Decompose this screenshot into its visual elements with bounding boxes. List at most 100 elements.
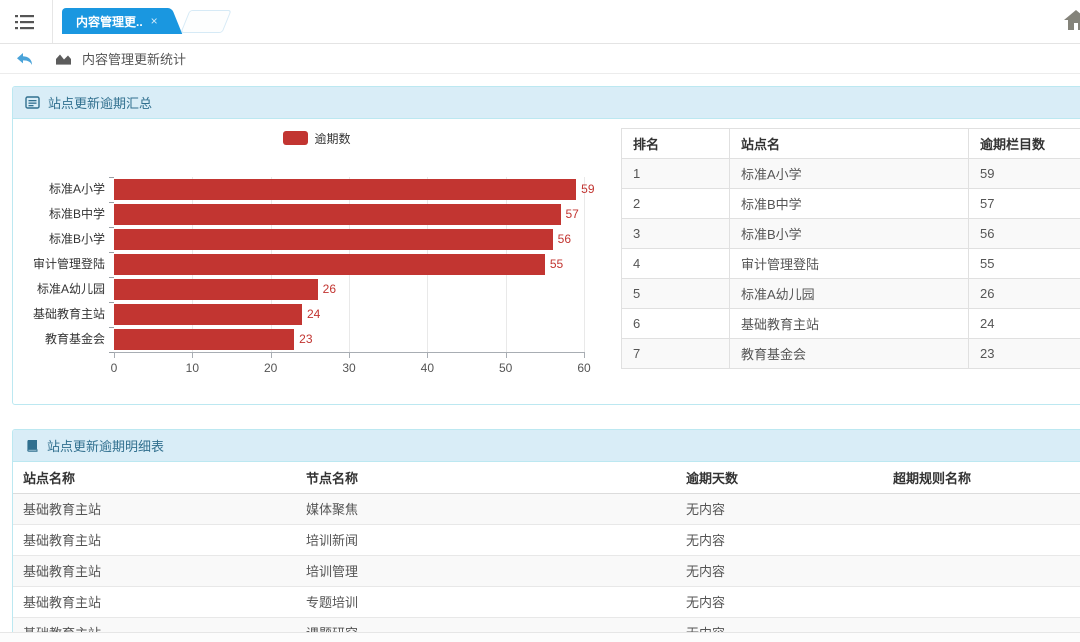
detail-panel-title: 站点更新逾期明细表 <box>47 436 164 455</box>
overdue-bar-chart: 逾期数 标准A小学59标准B中学57标准B小学56审计管理登陆55标准A幼儿园2… <box>13 119 621 404</box>
rank-table-row: 1标准A小学59 <box>622 159 1080 189</box>
tab-close-icon[interactable]: × <box>151 14 158 28</box>
x-axis-tick <box>114 353 115 358</box>
bar <box>114 179 576 200</box>
area-chart-icon <box>55 52 72 65</box>
count-cell: 24 <box>969 309 1080 339</box>
bar-category-label: 标准B小学 <box>49 227 105 252</box>
bar-row: 教育基金会23 <box>114 327 584 352</box>
x-axis-tick-label: 30 <box>342 361 355 375</box>
site-cell: 标准B小学 <box>730 219 969 249</box>
bar-category-label: 基础教育主站 <box>33 302 105 327</box>
bar-row: 标准A幼儿园26 <box>114 277 584 302</box>
bar-row: 标准B小学56 <box>114 227 584 252</box>
bar-category-label: 审计管理登陆 <box>33 252 105 277</box>
rank-table-row: 4审计管理登陆55 <box>622 249 1080 279</box>
legend-label: 逾期数 <box>314 130 350 147</box>
rank-cell: 7 <box>622 339 730 369</box>
horizontal-scrollbar-track[interactable] <box>0 632 1080 642</box>
detail-table-row: 基础教育主站培训新闻无内容 <box>13 524 1080 555</box>
bar-category-label: 标准A幼儿园 <box>37 277 105 302</box>
bar-plot: 标准A小学59标准B中学57标准B小学56审计管理登陆55标准A幼儿园26基础教… <box>114 177 584 352</box>
bar-row: 标准B中学57 <box>114 202 584 227</box>
toolbar: 内容管理更新统计 <box>0 44 1080 74</box>
rank-cell: 2 <box>622 189 730 219</box>
list-alt-icon <box>25 96 40 109</box>
bar-row: 审计管理登陆55 <box>114 252 584 277</box>
x-axis-tick <box>271 353 272 358</box>
x-axis-tick <box>584 353 585 358</box>
bar-value-label: 24 <box>307 302 320 327</box>
bar <box>114 204 561 225</box>
detail-table-header-row: 站点名称 节点名称 逾期天数 超期规则名称 <box>13 462 1080 493</box>
tab-content-management[interactable]: 内容管理更.. × <box>62 8 164 34</box>
back-icon[interactable] <box>16 52 33 66</box>
x-axis-tick <box>349 353 350 358</box>
site-name-cell: 基础教育主站 <box>13 493 296 524</box>
rank-cell: 6 <box>622 309 730 339</box>
summary-panel: 站点更新逾期汇总 逾期数 标准A小学59标准B中学57标准B小学56审计管理登陆… <box>12 86 1080 405</box>
node-name-col-header: 节点名称 <box>296 462 676 493</box>
menu-icon[interactable] <box>14 13 38 31</box>
summary-panel-heading: 站点更新逾期汇总 <box>13 87 1080 119</box>
legend-swatch <box>283 131 308 145</box>
overdue-days-cell: 无内容 <box>676 524 883 555</box>
count-col-header: 逾期栏目数 <box>969 129 1080 159</box>
rank-table-row: 6基础教育主站24 <box>622 309 1080 339</box>
bar-value-label: 59 <box>581 177 594 202</box>
gridline <box>584 177 585 352</box>
page: 内容管理更.. × 内容管理更新统计 <box>0 0 1080 642</box>
detail-panel-heading: 站点更新逾期明细表 <box>13 430 1080 462</box>
rank-col-header: 排名 <box>622 129 730 159</box>
bar-category-label: 教育基金会 <box>45 327 105 352</box>
overdue-days-col-header: 逾期天数 <box>676 462 883 493</box>
chart-legend[interactable]: 逾期数 <box>13 131 621 145</box>
overdue-days-cell: 无内容 <box>676 493 883 524</box>
site-name-col-header: 站点名称 <box>13 462 296 493</box>
detail-table-row: 基础教育主站专题培训无内容 <box>13 586 1080 617</box>
site-cell: 审计管理登陆 <box>730 249 969 279</box>
rank-cell: 4 <box>622 249 730 279</box>
bar-category-label: 标准B中学 <box>49 202 105 227</box>
bar-value-label: 56 <box>558 227 571 252</box>
x-axis-tick <box>506 353 507 358</box>
detail-panel-body: 站点名称 节点名称 逾期天数 超期规则名称 基础教育主站媒体聚焦无内容基础教育主… <box>13 462 1080 642</box>
x-axis-tick-label: 20 <box>264 361 277 375</box>
detail-panel: 站点更新逾期明细表 站点名称 节点名称 逾期天数 超期规则名称 基础教育主站媒体… <box>12 429 1080 642</box>
count-cell: 59 <box>969 159 1080 189</box>
rule-name-cell <box>883 586 1080 617</box>
bar-row: 基础教育主站24 <box>114 302 584 327</box>
bar-value-label: 26 <box>323 277 336 302</box>
rule-name-col-header: 超期规则名称 <box>883 462 1080 493</box>
rule-name-cell <box>883 555 1080 586</box>
tab-bar: 内容管理更.. × <box>0 0 1080 44</box>
detail-table-row: 基础教育主站媒体聚焦无内容 <box>13 493 1080 524</box>
site-cell: 标准A小学 <box>730 159 969 189</box>
home-icon[interactable] <box>1063 9 1080 36</box>
x-axis-tick-label: 40 <box>421 361 434 375</box>
bar <box>114 304 302 325</box>
bar-row: 标准A小学59 <box>114 177 584 202</box>
overdue-days-cell: 无内容 <box>676 555 883 586</box>
detail-table-row: 基础教育主站培训管理无内容 <box>13 555 1080 586</box>
rank-table-header-row: 排名 站点名 逾期栏目数 <box>622 129 1080 159</box>
x-axis-tick-label: 10 <box>186 361 199 375</box>
bar-category-label: 标准A小学 <box>49 177 105 202</box>
count-cell: 23 <box>969 339 1080 369</box>
count-cell: 56 <box>969 219 1080 249</box>
x-axis-tick <box>192 353 193 358</box>
node-name-cell: 专题培训 <box>296 586 676 617</box>
rank-cell: 1 <box>622 159 730 189</box>
tab-label: 内容管理更.. <box>76 13 143 30</box>
rank-table-body: 1标准A小学592标准B中学573标准B小学564审计管理登陆555标准A幼儿园… <box>622 159 1080 369</box>
detail-table: 站点名称 节点名称 逾期天数 超期规则名称 基础教育主站媒体聚焦无内容基础教育主… <box>13 462 1080 642</box>
bar-value-label: 55 <box>550 252 563 277</box>
bar-value-label: 23 <box>299 327 312 352</box>
rank-table: 排名 站点名 逾期栏目数 1标准A小学592标准B中学573标准B小学564审计… <box>621 128 1080 369</box>
bar <box>114 329 294 350</box>
rank-cell: 3 <box>622 219 730 249</box>
x-axis-tick <box>427 353 428 358</box>
node-name-cell: 媒体聚焦 <box>296 493 676 524</box>
node-name-cell: 培训管理 <box>296 555 676 586</box>
count-cell: 26 <box>969 279 1080 309</box>
